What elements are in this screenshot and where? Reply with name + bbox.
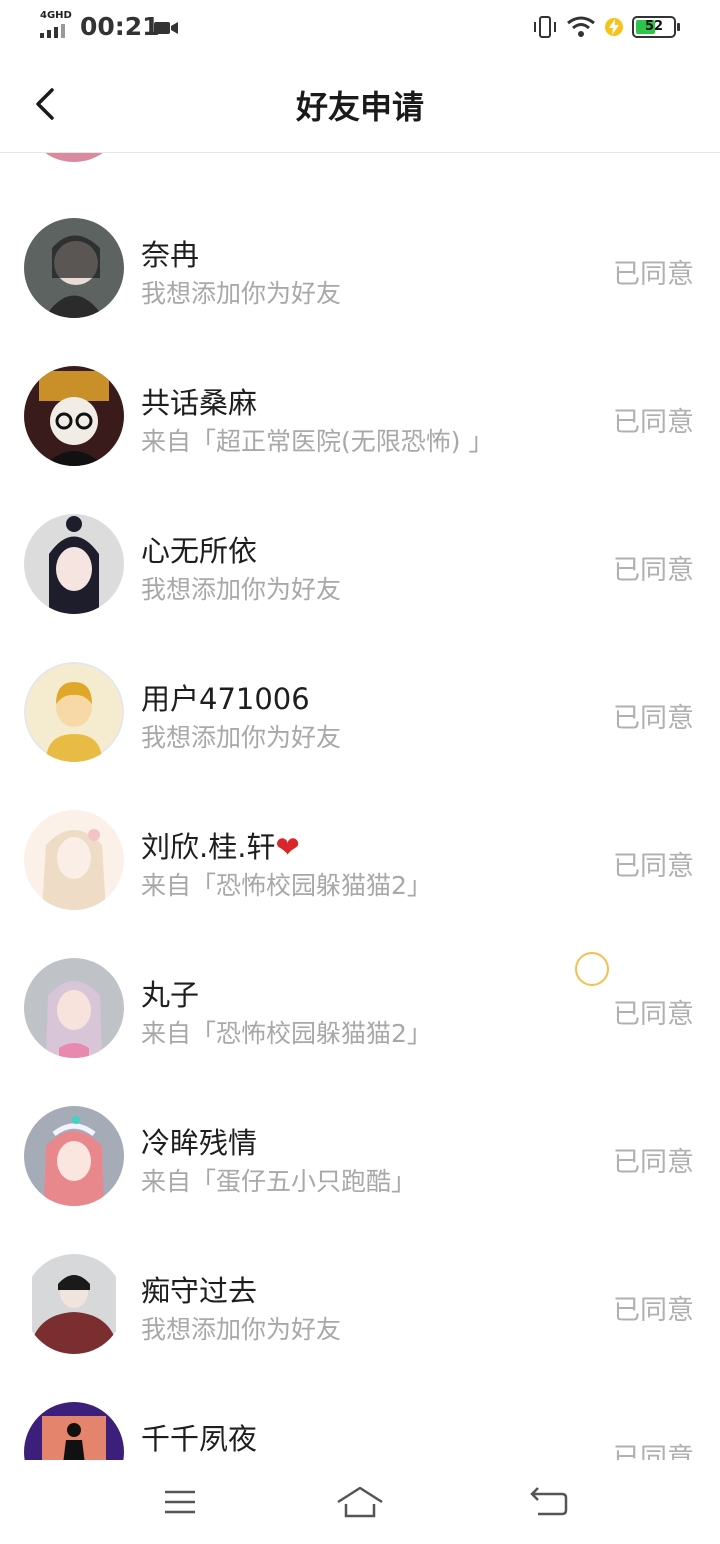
requester-name: 千千夙夜 [141, 1422, 258, 1456]
requester-name: 心无所依 [141, 534, 258, 568]
request-message: 我想添加你为好友 [141, 723, 342, 752]
avatar [24, 152, 124, 162]
request-message: 我想添加你为好友 [141, 279, 342, 308]
list-item[interactable]: 共话桑麻 来自「超正常医院(无限恐怖) 」 已同意 [0, 350, 720, 498]
status-bar: 4GHD 00:21 52 [0, 0, 720, 56]
vibrate-icon [534, 16, 556, 38]
requester-name: 共话桑麻 [141, 386, 258, 420]
heart-icon: ❤ [275, 830, 300, 864]
requester-name: 奈冉 [141, 238, 200, 272]
wifi-icon [567, 16, 595, 37]
list-item[interactable]: 奈冉 我想添加你为好友 已同意 [0, 202, 720, 350]
request-status: 已同意 [613, 555, 694, 586]
list-item-partial[interactable] [0, 152, 720, 170]
touch-indicator [575, 952, 609, 986]
request-status: 已同意 [613, 259, 694, 290]
request-message: 来自「超正常医院(无限恐怖) 」 [141, 427, 494, 456]
request-status: 已同意 [613, 1147, 694, 1178]
list-item[interactable]: 刘欣.桂.轩❤ 来自「恐怖校园躲猫猫2」 已同意 [0, 794, 720, 942]
request-message: 来自「蛋仔五小只跑酷」 [141, 1167, 417, 1196]
list-item[interactable]: 丸子 来自「恐怖校园躲猫猫2」 已同意 [0, 942, 720, 1090]
back-icon[interactable] [518, 1480, 578, 1524]
app-header: 好友申请 [0, 56, 720, 153]
request-message: 我想添加你为好友 [141, 575, 342, 604]
system-nav-bar [0, 1460, 720, 1544]
request-message: 我想添加你为好友 [141, 1315, 342, 1344]
home-icon[interactable] [330, 1480, 390, 1524]
avatar [24, 366, 124, 466]
request-status: 已同意 [613, 851, 694, 882]
list-item[interactable]: 痴守过去 我想添加你为好友 已同意 [0, 1238, 720, 1386]
request-status: 已同意 [613, 999, 694, 1030]
list-item[interactable]: 心无所依 我想添加你为好友 已同意 [0, 498, 720, 646]
requester-name: 冷眸残情 [141, 1126, 258, 1160]
avatar [24, 1106, 124, 1206]
avatar [24, 662, 124, 762]
page-title: 好友申请 [295, 88, 424, 126]
friend-request-list[interactable]: 奈冉 我想添加你为好友 已同意 共话桑麻 来自「超正常医院(无限恐怖) 」 已同… [0, 152, 720, 1460]
avatar [24, 218, 124, 318]
requester-name: 丸子 [141, 978, 200, 1012]
menu-icon[interactable] [150, 1480, 210, 1524]
battery-level: 52 [644, 19, 664, 34]
signal-icon [40, 24, 65, 38]
requester-name: 刘欣.桂.轩❤ [141, 830, 300, 864]
requester-name: 用户471006 [141, 682, 310, 716]
network-type: 4GHD [40, 10, 72, 21]
avatar [24, 1402, 124, 1460]
requester-name: 痴守过去 [141, 1274, 258, 1308]
request-message: 来自「恐怖校园躲猫猫2」 [141, 1019, 432, 1048]
list-item[interactable]: 千千夙夜 已同意 [0, 1386, 720, 1460]
avatar [24, 1254, 124, 1354]
avatar [24, 810, 124, 910]
video-camera-icon [154, 22, 178, 34]
avatar [24, 514, 124, 614]
battery-icon: 52 [632, 16, 676, 38]
list-item[interactable]: 冷眸残情 来自「蛋仔五小只跑酷」 已同意 [0, 1090, 720, 1238]
request-message: 来自「恐怖校园躲猫猫2」 [141, 871, 432, 900]
request-status: 已同意 [613, 1295, 694, 1326]
request-status: 已同意 [613, 703, 694, 734]
avatar [24, 958, 124, 1058]
charging-icon [605, 18, 623, 36]
list-item[interactable]: 用户471006 我想添加你为好友 已同意 [0, 646, 720, 794]
clock: 00:21 [80, 12, 160, 41]
request-status: 已同意 [613, 407, 694, 438]
request-status: 已同意 [613, 1443, 694, 1460]
